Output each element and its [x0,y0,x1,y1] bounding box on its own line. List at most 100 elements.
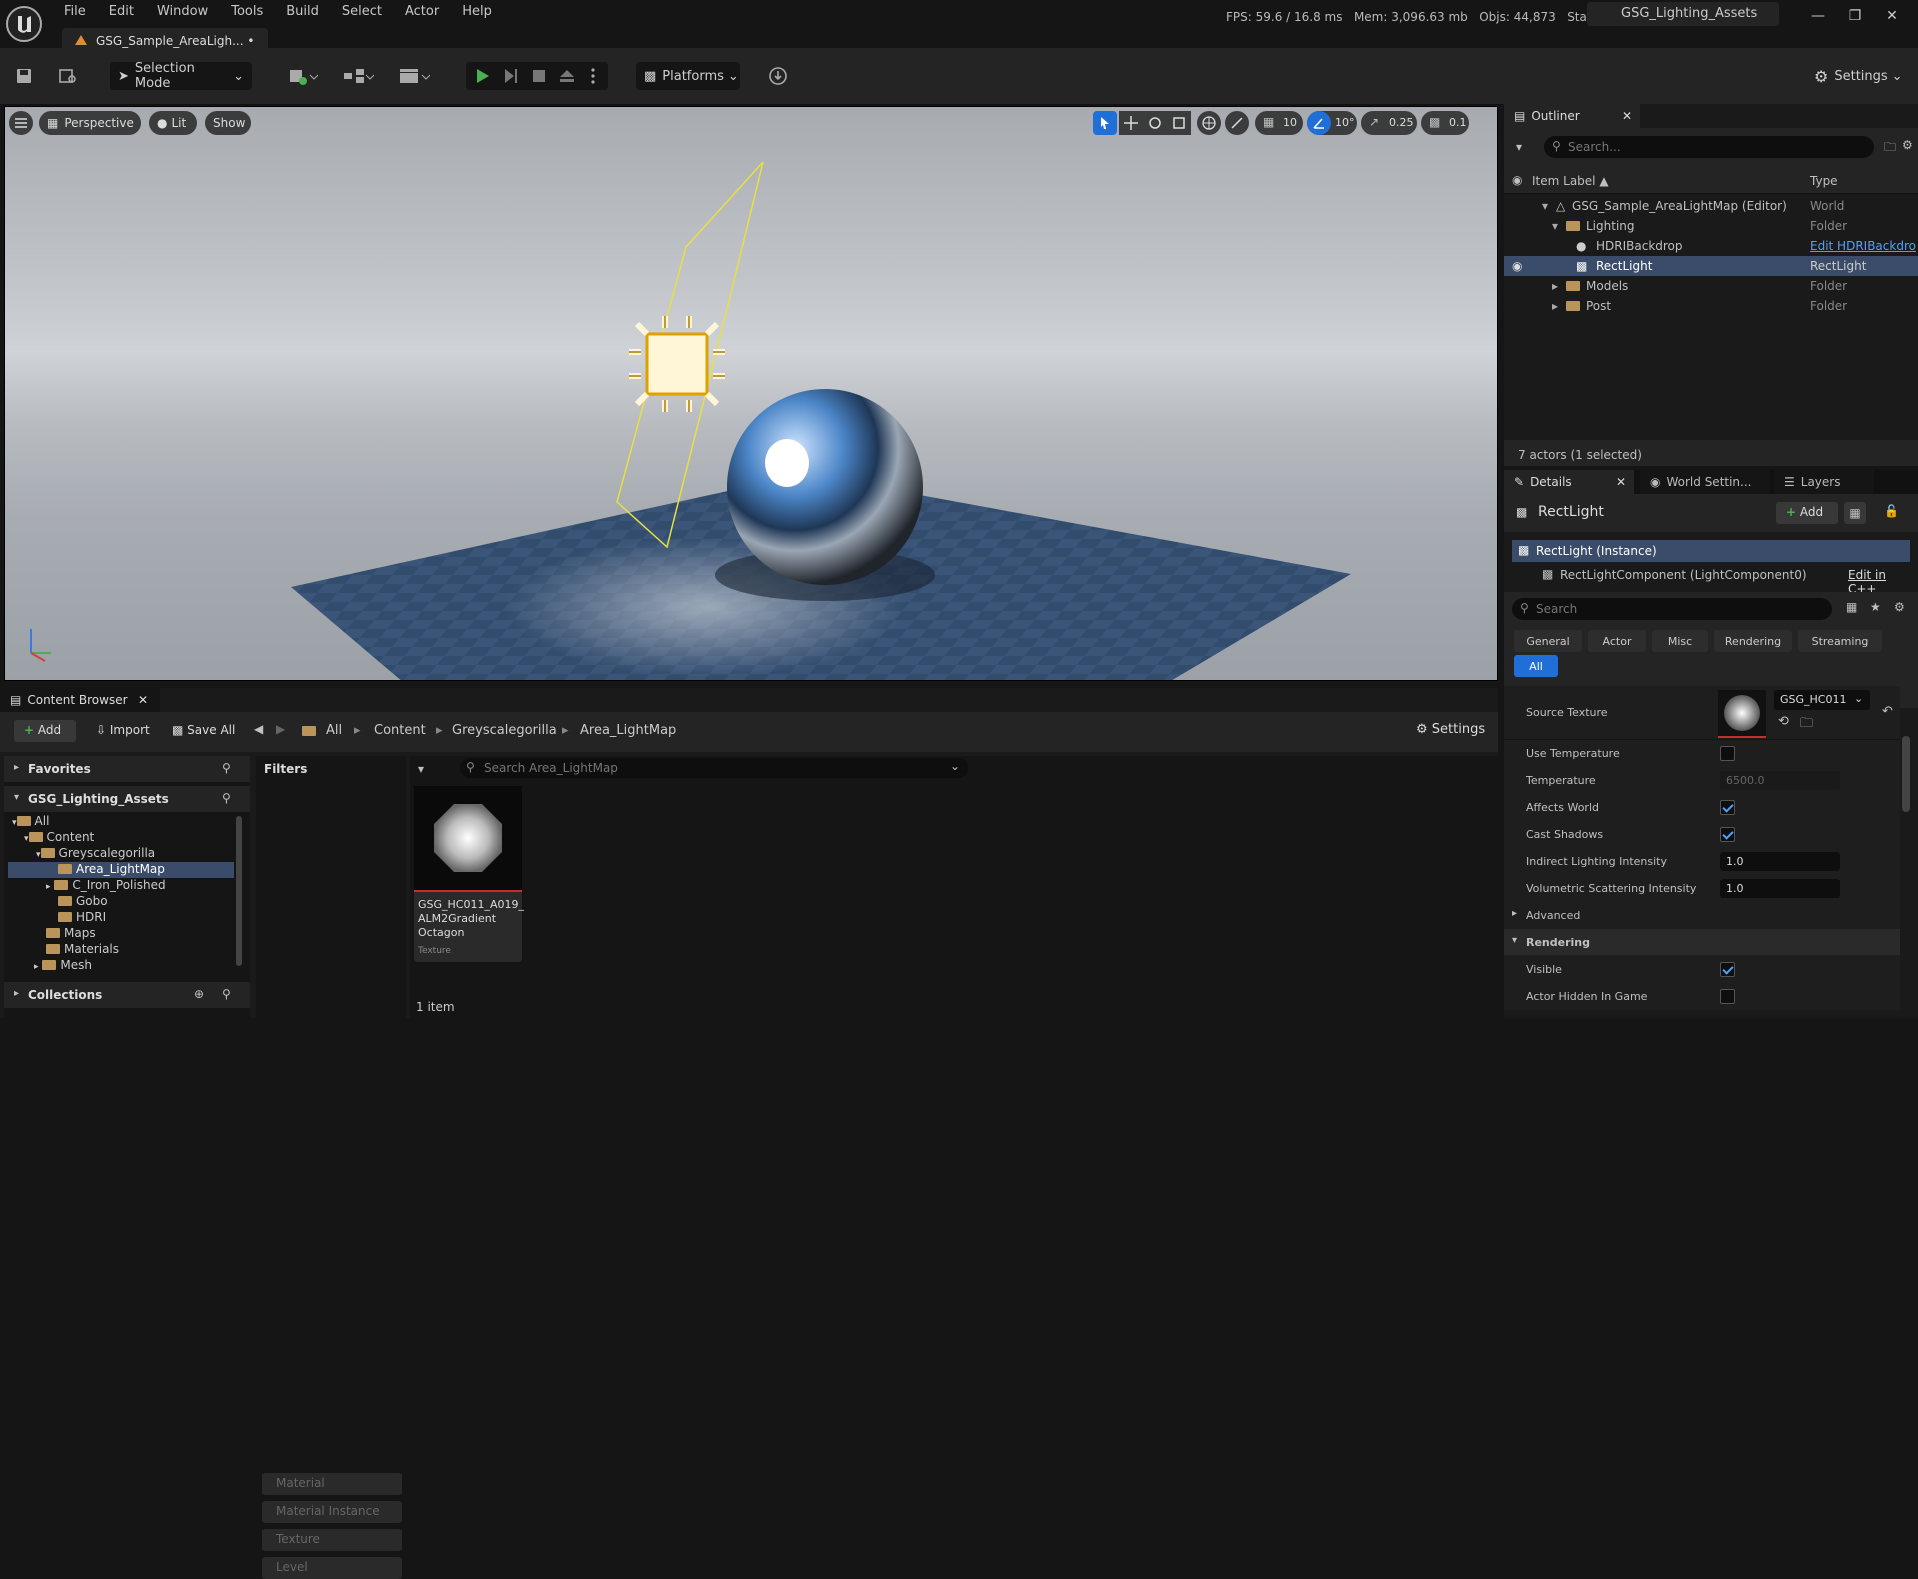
tree-gobo[interactable]: Gobo [58,894,108,910]
gear-icon[interactable]: ⚙ [1902,138,1913,152]
close-icon[interactable]: ✕ [1622,109,1632,123]
more-options-icon[interactable] [584,65,602,87]
col-item-label[interactable]: Item Label ▲ [1532,174,1609,188]
breadcrumb-greyscalegorilla[interactable]: Greyscalegorilla [452,723,557,738]
world-space-icon[interactable] [1197,111,1221,135]
filter-level[interactable]: Level [262,1557,402,1579]
selection-mode-dropdown[interactable]: ➤ Selection Mode ⌄ [110,61,252,91]
content-browser-icon[interactable] [56,64,80,88]
camera-speed[interactable]: ▩ 0.1 [1421,111,1469,135]
maximize-icon[interactable]: ❐ [1845,8,1865,26]
cb-add-button[interactable]: + Add [14,720,76,742]
category-streaming[interactable]: Streaming [1798,630,1882,652]
rendering-section[interactable]: ▾ Rendering [1504,929,1900,956]
cast-shadows-checkbox[interactable] [1720,827,1735,842]
asset-tile[interactable]: GSG_HC011_A019_ ALM2Gradient Octagon Tex… [414,786,524,962]
star-icon[interactable]: ★ [1870,600,1881,614]
breadcrumb-all[interactable]: All [326,723,342,738]
outliner-row-models[interactable]: ▸ Models Folder [1504,276,1918,296]
step-icon[interactable] [500,65,522,87]
add-folder-icon[interactable]: 🗀 [1884,138,1896,159]
advanced-section[interactable]: ▸ Advanced [1504,902,1900,929]
asset-search-field[interactable] [484,759,924,777]
tree-materials[interactable]: Materials [46,942,119,958]
tree-area-lightmap[interactable]: Area_LightMap [8,862,234,878]
outliner-row-post[interactable]: ▸ Post Folder [1504,296,1918,316]
details-search-field[interactable] [1536,600,1816,618]
tree-hdri[interactable]: HDRI [58,910,106,926]
eject-icon[interactable] [556,65,578,87]
show-button[interactable]: Show [205,111,251,135]
source-control-icon[interactable] [766,64,790,88]
grid-snap[interactable]: ▦ 10 [1255,111,1303,135]
save-all-button[interactable]: ▩ Save All [172,723,235,737]
menu-file[interactable]: File [64,4,86,19]
menu-window[interactable]: Window [157,4,208,19]
affects-world-checkbox[interactable] [1720,800,1735,815]
scale-snap[interactable]: ↗ 0.25 [1361,111,1417,135]
indirect-lighting-intensity-field[interactable]: 1.0 [1720,852,1840,871]
tree-c-iron-polished[interactable]: ▸ C_Iron_Polished [46,878,166,894]
close-icon[interactable]: ✕ [1882,8,1902,26]
category-general[interactable]: General [1514,630,1582,652]
outliner-search-input[interactable]: ⚲ [1544,136,1874,158]
platforms-dropdown[interactable]: ▩ Platforms ⌄ [636,62,740,90]
perspective-button[interactable]: ▦ Perspective [39,111,141,135]
texture-thumbnail[interactable] [1718,690,1766,738]
favorites-header[interactable]: ▸ Favorites ⚲ [4,756,250,782]
tab-details[interactable]: ✎ Details ✕ [1504,470,1634,494]
search-icon[interactable]: ⚲ [222,761,231,775]
outliner-row-lighting[interactable]: ▾ Lighting Folder [1504,216,1918,236]
viewport-menu-icon[interactable] [9,111,33,135]
temperature-field[interactable]: 6500.0 [1720,771,1840,790]
project-header[interactable]: ▾ GSG_Lighting_Assets ⚲ [4,786,250,812]
stop-icon[interactable] [528,65,550,87]
filter-icon[interactable]: ▾ [418,762,424,776]
filter-icon[interactable]: ▾ [1516,140,1522,154]
blueprints-icon[interactable] [340,64,376,88]
tree-greyscalegorilla[interactable]: ▾ Greyscalegorilla [36,846,155,862]
add-collection-icon[interactable]: ⊕ [194,987,204,1001]
details-search-input[interactable]: ⚲ [1512,598,1832,620]
tree-maps[interactable]: Maps [46,926,96,942]
menu-select[interactable]: Select [342,4,382,19]
search-icon[interactable]: ⚲ [222,987,231,1001]
chevron-down-icon[interactable]: ⌄ [950,759,960,773]
menu-actor[interactable]: Actor [405,4,439,19]
tree-scrollbar[interactable] [236,816,242,966]
details-scrollbar[interactable] [1902,736,1910,812]
play-icon[interactable] [472,65,494,87]
edit-hdribackdrop-link[interactable]: Edit HDRIBackdro [1810,239,1916,253]
filter-texture[interactable]: Texture [262,1529,402,1551]
use-temperature-checkbox[interactable] [1720,746,1735,761]
visibility-icon[interactable]: ◉ [1512,259,1522,273]
outliner-search-field[interactable] [1568,138,1848,156]
breadcrumb-content[interactable]: Content [374,723,426,738]
lock-icon[interactable]: 🔓 [1884,504,1899,518]
menu-help[interactable]: Help [462,4,492,19]
unreal-logo-icon[interactable] [6,6,42,42]
gear-icon[interactable]: ⚙ [1894,600,1905,614]
col-type[interactable]: Type [1810,174,1838,188]
filter-material[interactable]: Material [262,1473,402,1495]
cinematics-icon[interactable] [396,64,432,88]
cb-settings-button[interactable]: ⚙ Settings [1416,722,1485,737]
add-component-button[interactable]: + Add [1776,502,1838,524]
filter-material-instance[interactable]: Material Instance [262,1501,402,1523]
forward-icon[interactable]: ▶ [276,722,285,736]
outliner-row-rectlight[interactable]: ◉ ▩ RectLight RectLight [1504,256,1918,276]
tab-world-settings[interactable]: ◉ World Settin... [1640,470,1770,494]
select-mode-icon[interactable] [1093,111,1117,135]
outliner-row-world[interactable]: ▾ △ GSG_Sample_AreaLightMap (Editor) Wor… [1504,196,1918,216]
category-rendering[interactable]: Rendering [1714,630,1792,652]
volumetric-scattering-intensity-field[interactable]: 1.0 [1720,879,1840,898]
surface-snap-icon[interactable] [1225,111,1249,135]
category-misc[interactable]: Misc [1652,630,1708,652]
breadcrumb-area-lightmap[interactable]: Area_LightMap [580,723,676,738]
back-icon[interactable]: ◀ [254,722,263,736]
level-viewport[interactable]: ▦ Perspective ● Lit Show ▦ 10 10° ↗ 0.25… [4,106,1498,681]
reset-icon[interactable]: ↶ [1882,704,1893,719]
collections-header[interactable]: ▸ Collections ⊕ ⚲ [4,982,250,1008]
close-icon[interactable]: ✕ [138,693,148,707]
component-instance-row[interactable]: ▩ RectLight (Instance) [1512,540,1910,562]
